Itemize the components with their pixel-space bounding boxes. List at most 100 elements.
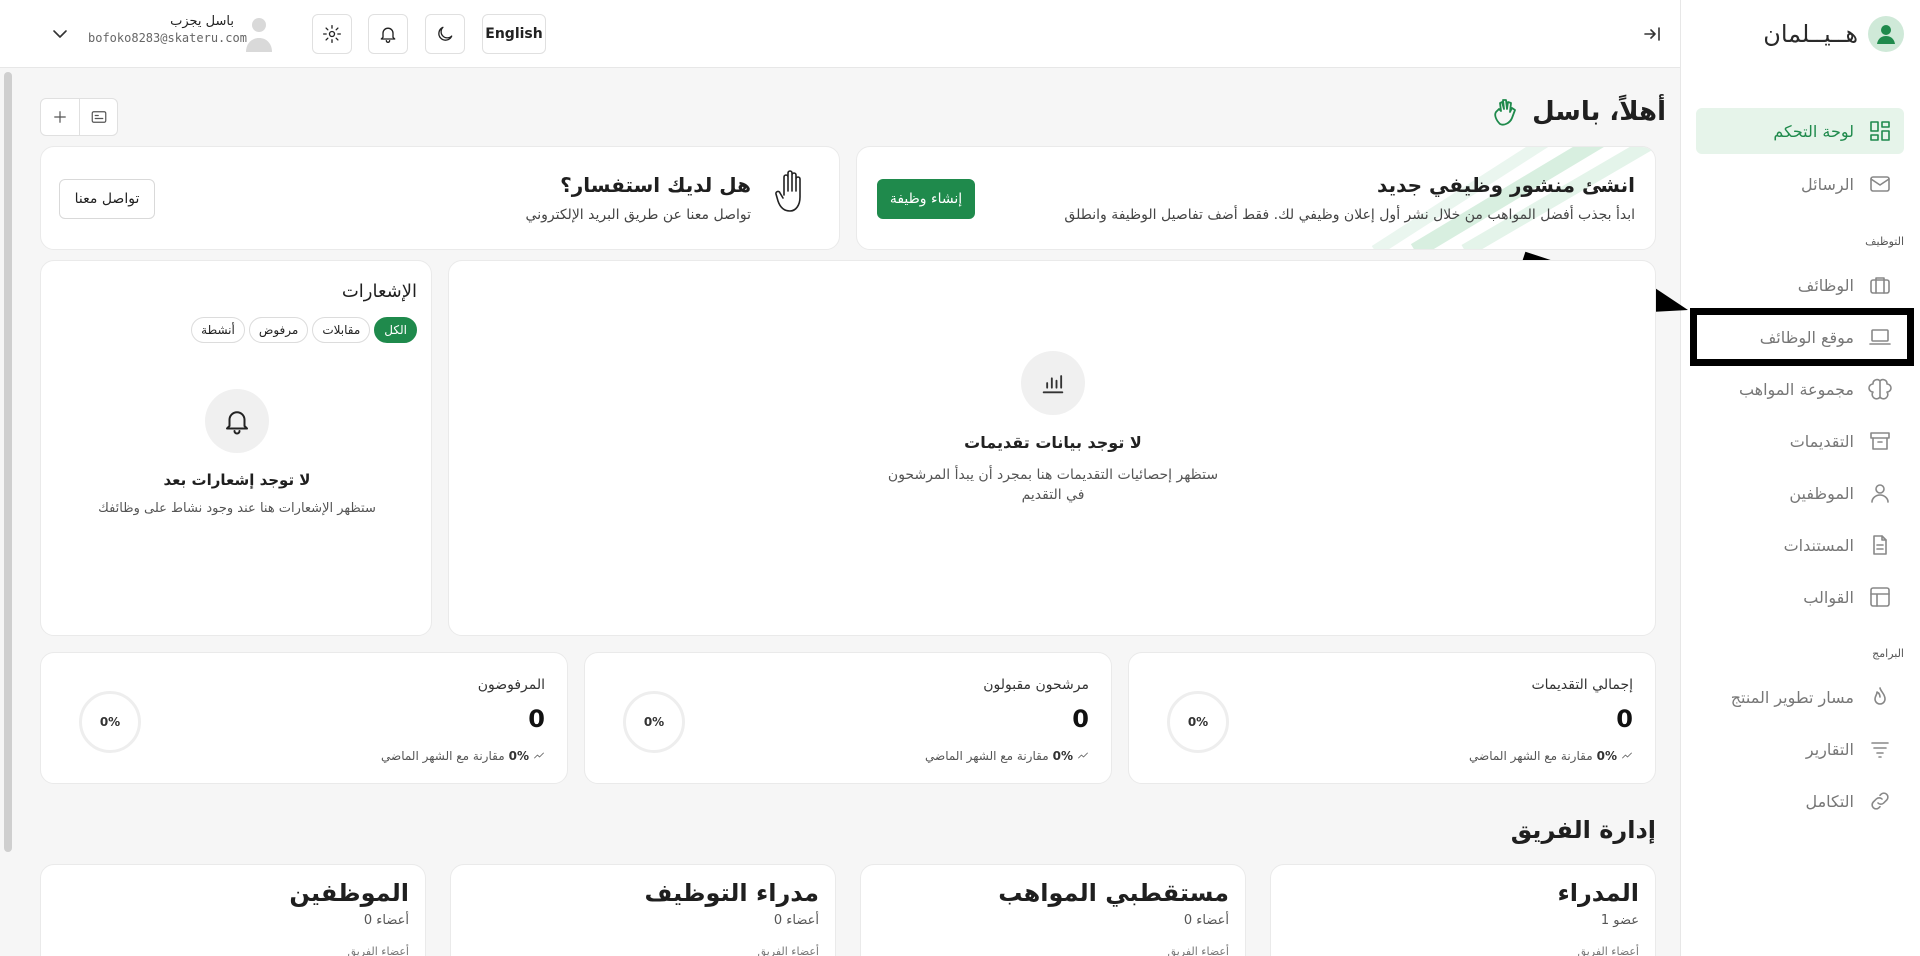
team-sub: أعضاء الفريق — [347, 945, 409, 956]
inbox-icon — [1868, 429, 1892, 453]
sidebar-item-integrations[interactable]: التكامل — [1696, 778, 1904, 824]
plus-icon — [51, 108, 69, 126]
scrollbar[interactable] — [4, 72, 12, 852]
team-sub: أعضاء الفريق — [1577, 945, 1639, 956]
sidebar-item-label: المستندات — [1783, 535, 1854, 555]
sidebar-item-label: الموظفين — [1789, 483, 1854, 503]
create-job-button[interactable]: إنشاء وظيفة — [877, 179, 975, 219]
team-count: 1 عضو — [1600, 913, 1639, 928]
sidebar-item-label: التكامل — [1805, 791, 1854, 811]
notification-filters: الكل مقابلات مرفوض أنشطة — [191, 317, 417, 343]
grid-icon — [1868, 119, 1892, 143]
filter-chip-rejected[interactable]: مرفوض — [248, 317, 309, 343]
team-name: المدراء — [1557, 879, 1639, 907]
filter-icon — [1868, 737, 1892, 761]
inquiry-card: هل لديك استفسار؟ تواصل معنا عن طريق البر… — [40, 146, 840, 250]
team-name: مدراء التوظيف — [644, 879, 819, 907]
contact-us-button[interactable]: تواصل معنا — [59, 179, 155, 219]
add-widget-button[interactable] — [41, 99, 79, 135]
template-icon — [1868, 585, 1892, 609]
gear-icon — [322, 24, 342, 44]
section-label-programs: البرامج — [1872, 647, 1904, 660]
notifications-button[interactable] — [368, 14, 408, 54]
filter-chip-all[interactable]: الكل — [374, 317, 417, 343]
top-header: باسل يجزب bofoko8283@skateru.com English — [0, 0, 1680, 68]
layout-card-icon — [90, 108, 108, 126]
team-count: 0 أعضاء — [773, 913, 819, 928]
theme-toggle-button[interactable] — [425, 14, 465, 54]
filter-chip-activities[interactable]: أنشطة — [191, 317, 245, 343]
applications-empty-subtitle: ستظهر إحصائيات التقديمات هنا بمجرد أن يب… — [887, 467, 1219, 503]
sidebar-item-reports[interactable]: التقارير — [1696, 726, 1904, 772]
document-icon — [1868, 533, 1892, 557]
team-card-managers[interactable]: المدراء 1 عضو أعضاء الفريق — [1270, 864, 1656, 956]
inquiry-title: هل لديك استفسار؟ — [560, 173, 751, 197]
team-section-title: إدارة الفريق — [1510, 816, 1656, 844]
inquiry-subtitle: تواصل معنا عن طريق البريد الإلكتروني — [525, 207, 751, 223]
flame-icon — [1868, 685, 1892, 709]
sidebar: هــيــلمان لوحة التحكم الرسائل التوظيف ا… — [1680, 0, 1920, 956]
job-card-title: انشئ منشور وظيفي جديد — [1377, 173, 1635, 197]
wave-hand-icon — [1490, 96, 1522, 128]
sidebar-item-label: مسار تطوير المنتج — [1730, 687, 1854, 707]
sidebar-item-label: التقارير — [1805, 739, 1854, 759]
stat-card-accepted-candidates: مرشحون مقبولون 0 0% مقارنة مع الشهر الما… — [584, 652, 1112, 784]
stat-ring: 0% — [79, 691, 141, 753]
customize-layout-button[interactable] — [79, 99, 117, 135]
trend-icon — [533, 750, 545, 762]
chevron-down-icon[interactable] — [48, 22, 72, 46]
moon-icon — [435, 24, 455, 44]
team-name: مستقطبي المواهب — [998, 879, 1229, 907]
collapse-sidebar-icon[interactable] — [1640, 22, 1664, 46]
stat-percent: 0% — [1596, 749, 1617, 763]
avatar[interactable] — [244, 16, 274, 52]
brand[interactable]: هــيــلمان — [1763, 14, 1904, 54]
user-info[interactable]: باسل يجزب bofoko8283@skateru.com — [88, 14, 247, 45]
sidebar-item-documents[interactable]: المستندات — [1696, 522, 1904, 568]
team-card-hiring-managers[interactable]: مدراء التوظيف 0 أعضاء أعضاء الفريق — [450, 864, 836, 956]
team-card-employees[interactable]: الموظفين 0 أعضاء أعضاء الفريق — [40, 864, 426, 956]
mail-icon — [1868, 172, 1892, 196]
sidebar-item-dashboard[interactable]: لوحة التحكم — [1696, 108, 1904, 154]
job-card-subtitle: ابدأ بجذب أفضل المواهب من خلال نشر أول إ… — [1064, 207, 1635, 223]
team-count: 0 أعضاء — [1183, 913, 1229, 928]
greeting: أهلاً، باسل — [1490, 96, 1666, 128]
link-icon — [1868, 789, 1892, 813]
team-sub: أعضاء الفريق — [757, 945, 819, 956]
user-email: bofoko8283@skateru.com — [88, 31, 247, 45]
sidebar-item-employees[interactable]: الموظفين — [1696, 470, 1904, 516]
bar-chart-icon — [1021, 351, 1085, 415]
team-name: الموظفين — [289, 879, 409, 907]
applications-card: لا توجد بيانات تقديمات ستظهر إحصائيات ال… — [448, 260, 1656, 636]
notifications-card: الإشعارات الكل مقابلات مرفوض أنشطة لا تو… — [40, 260, 432, 636]
language-button[interactable]: English — [482, 14, 546, 54]
sidebar-item-applications[interactable]: التقديمات — [1696, 418, 1904, 464]
bell-icon — [378, 24, 398, 44]
stat-title: إجمالي التقديمات — [1531, 677, 1633, 693]
stat-comparison: 0% مقارنة مع الشهر الماضي — [1469, 749, 1633, 763]
brand-logo-icon — [1868, 16, 1904, 52]
notifications-empty-subtitle: ستظهر الإشعارات هنا عند وجود نشاط على وظ… — [98, 501, 376, 516]
dashboard-tools — [40, 98, 118, 136]
filter-chip-interviews[interactable]: مقابلات — [312, 317, 371, 343]
stat-comparison-text: مقارنة مع الشهر الماضي — [925, 749, 1049, 763]
team-count: 0 أعضاء — [363, 913, 409, 928]
sidebar-item-messages[interactable]: الرسائل — [1696, 161, 1904, 207]
user-name: باسل يجزب — [170, 14, 234, 29]
sidebar-item-jobs[interactable]: الوظائف — [1696, 262, 1904, 308]
team-sub: أعضاء الفريق — [1167, 945, 1229, 956]
sidebar-item-talent-pool[interactable]: مجموعة المواهب — [1696, 366, 1904, 412]
annotation-highlight-box — [1690, 308, 1914, 366]
sidebar-item-label: التقديمات — [1789, 431, 1854, 451]
settings-button[interactable] — [312, 14, 352, 54]
stat-comparison-text: مقارنة مع الشهر الماضي — [381, 749, 505, 763]
team-card-recruiters[interactable]: مستقطبي المواهب 0 أعضاء أعضاء الفريق — [860, 864, 1246, 956]
sidebar-item-product-roadmap[interactable]: مسار تطوير المنتج — [1696, 674, 1904, 720]
briefcase-icon — [1868, 273, 1892, 297]
raised-hand-icon — [775, 169, 809, 217]
stat-ring: 0% — [1167, 691, 1229, 753]
sidebar-item-templates[interactable]: القوالب — [1696, 574, 1904, 620]
stat-percent: 0% — [1052, 749, 1073, 763]
section-label-hiring: التوظيف — [1865, 235, 1904, 248]
stat-card-rejected: المرفوضون 0 0% مقارنة مع الشهر الماضي 0% — [40, 652, 568, 784]
